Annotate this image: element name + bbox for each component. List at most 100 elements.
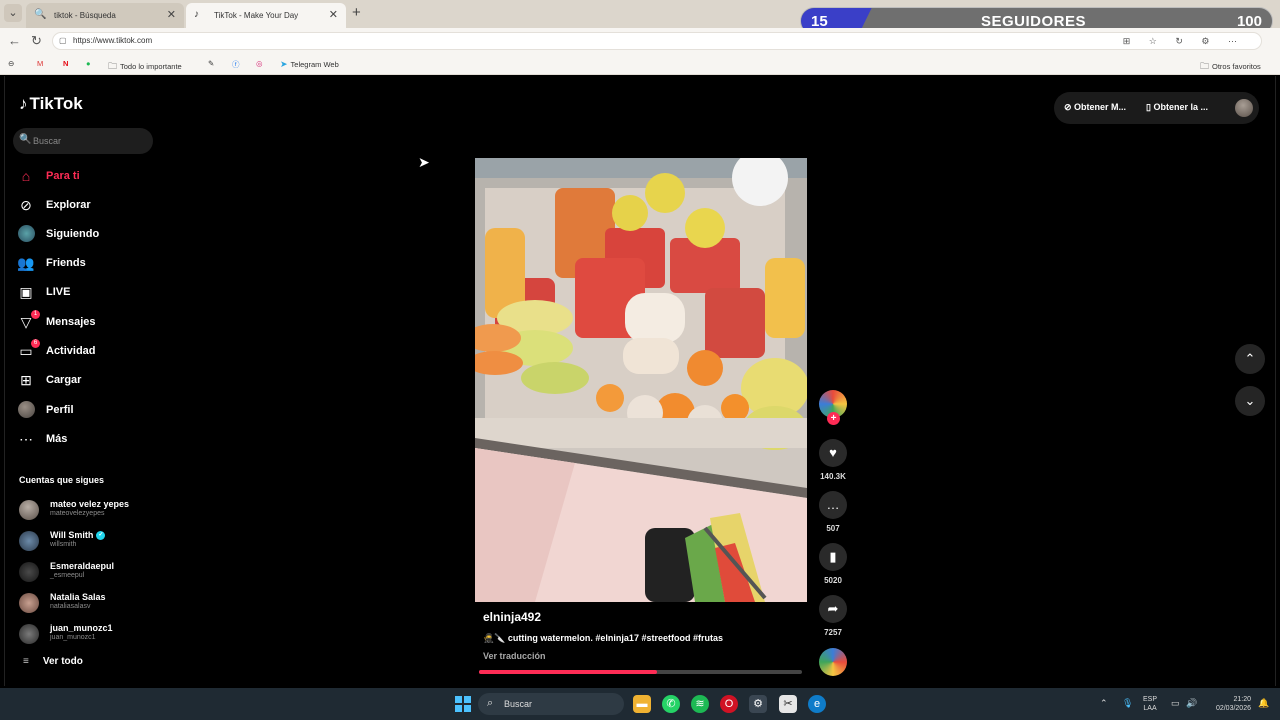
get-app-button[interactable]: ▯ Obtener la ... [1146,102,1208,113]
like-action[interactable]: ♥ 140.3K [819,439,847,481]
search-icon: 🔍 [34,9,47,20]
new-tab-plus-icon[interactable]: + [352,4,361,21]
nav-item-friends[interactable]: 👥 Friends [17,252,167,274]
share-action[interactable]: ➦ 7257 [819,595,847,637]
volume-icon[interactable]: 🔊 [1186,698,1197,709]
tray-chevron-up-icon[interactable]: ⌃ [1100,698,1108,709]
save-action[interactable]: ▮ 5020 [819,543,847,585]
profile-avatar-icon [17,401,35,419]
instagram-icon[interactable]: ◎ [256,59,263,68]
spotify-icon[interactable]: ● [86,59,91,68]
get-coins-button[interactable]: ⊘ Obtener M... [1064,102,1126,113]
nav-item-cargar[interactable]: ⊞ Cargar [17,369,167,391]
edge-icon[interactable]: e [808,695,826,713]
bookmark-telegram[interactable]: ➤ Telegram Web [280,59,339,70]
capcut-icon[interactable]: ✂ [779,695,797,713]
see-all-label: Ver todo [42,656,83,667]
nav-item-actividad[interactable]: ▭ 6 Actividad [17,339,167,362]
time: 21:20 [1233,696,1251,703]
tab-tiktok[interactable]: ♪ TikTok - Make Your Day ✕ [186,3,346,28]
comment-action[interactable]: … 507 [819,491,847,533]
nav-item-para-ti[interactable]: ⌂ Para ti [17,165,167,187]
keyboard-language[interactable]: ESP LAA [1143,695,1157,713]
next-video-chevron-down-icon[interactable]: ⌄ [1235,386,1265,416]
bookmark-folder-todo[interactable]: 🗀 Todo lo importante [108,59,182,75]
user-avatar[interactable] [1235,99,1253,117]
nav-label: Cargar [46,374,82,386]
spotify-icon[interactable]: ≋ [691,695,709,713]
following-account[interactable]: mateo velez yepes mateovelezyepes [19,496,169,522]
nav-item-explorar[interactable]: ⊘ Explorar [17,194,167,216]
share-arrow-icon[interactable]: ➦ [819,595,847,623]
close-icon[interactable]: ✕ [167,8,176,21]
see-all-link[interactable]: ≡ Ver todo [23,656,83,667]
following-account[interactable]: Will Smith ✓ willsmith [19,527,169,553]
guitar-icon[interactable]: ✎ [208,59,214,68]
upload-plus-icon: ⊞ [20,372,32,388]
tab-actions-chevron-icon[interactable]: ⌄ [4,4,22,22]
whatsapp-icon[interactable]: ✆ [662,695,680,713]
netflix-icon[interactable]: N [63,59,68,68]
tab-busqueda[interactable]: 🔍 tiktok - Búsqueda ✕ [26,3,184,28]
search-input[interactable]: 🔍 Buscar [13,128,153,154]
microphone-icon[interactable]: 🎙 [1122,698,1133,709]
nav-label: LIVE [46,286,71,298]
nav-label: Friends [46,257,86,269]
url-field[interactable]: ▢ https://www.tiktok.com ⊞ ☆ ↻ ⚙ ⋯ [52,32,1262,50]
tiktok-page: ♪ TikTok 🔍 Buscar ⌂ Para ti ⊘ Explorar Si… [4,76,1276,686]
video-author[interactable]: elninja492 [483,610,541,624]
verified-badge-icon: ✓ [96,531,106,541]
video-progress-bar[interactable] [479,670,802,674]
nav-label: Más [46,433,68,445]
logo-text: TikTok [29,94,83,113]
heart-icon[interactable]: ♥ [819,439,847,467]
account-username: juan_munozc1 [50,634,96,641]
save-count: 5020 [824,576,842,585]
lang-line2: LAA [1143,705,1157,712]
windows-start-icon[interactable] [455,696,471,712]
taskbar-search[interactable]: ⌕ Buscar [478,693,624,715]
comment-icon[interactable]: … [819,491,847,519]
nav-item-perfil[interactable]: Perfil [17,399,167,421]
nav-item-siguiendo[interactable]: Siguiendo [17,223,167,245]
account-name: Esmeraldaepul [50,561,115,571]
address-bar-row: ← ↻ ▢ https://www.tiktok.com ⊞ ☆ ↻ ⚙ ⋯ [0,28,1280,54]
nav-item-mensajes[interactable]: ▽ 1 Mensajes [17,310,167,333]
clock[interactable]: 21:20 02/03/2026 [1207,695,1251,713]
taskbar-search-label: Buscar [504,699,533,709]
tiktok-logo[interactable]: ♪ TikTok [19,94,83,114]
browser-toolbar-icons[interactable]: ⊞ ☆ ↻ ⚙ ⋯ [1123,36,1245,47]
nav-item-live[interactable]: ▣ LIVE [17,281,167,303]
notifications-icon[interactable]: 🔔 [1258,698,1269,709]
back-arrow-icon[interactable]: ← [8,33,21,48]
follow-plus-icon[interactable]: + [827,412,840,425]
following-account[interactable]: Esmeraldaepul _esmeepul [19,558,169,584]
avatar [19,562,39,582]
music-disc-icon[interactable] [819,648,847,676]
other-favorites-label: Otros favoritos [1212,62,1261,71]
network-icon[interactable]: ▭ [1171,698,1180,709]
previous-video-chevron-up-icon[interactable]: ⌃ [1235,344,1265,374]
search-icon: 🔍 [19,134,32,145]
opera-icon[interactable]: O [720,695,738,713]
more-dots-icon: ⋯ [19,431,33,447]
bookmark-icon[interactable]: ▮ [819,543,847,571]
steam-icon[interactable]: ⚙ [749,695,767,713]
nav-item-mas[interactable]: ⋯ Más [17,428,167,450]
see-translation-link[interactable]: Ver traducción [483,651,546,661]
close-icon[interactable]: ✕ [329,8,338,21]
following-account[interactable]: juan_munozc1 juan_munozc1 [19,620,169,646]
bookmark-label: Telegram Web [290,60,339,69]
account-username: _esmeepul [50,572,85,579]
following-account[interactable]: Natalia Salas nataliasalasv [19,589,169,615]
refresh-icon[interactable]: ↻ [31,33,42,49]
windows-taskbar: ⌕ Buscar ▬ ✆ ≋ O ⚙ ✂ e ⌃ 🎙 ESP LAA ▭ 🔊 21… [0,688,1280,720]
gmail-icon[interactable]: M [37,59,43,68]
search-placeholder: Buscar [33,136,62,146]
other-favorites[interactable]: 🗀 Otros favoritos [1200,59,1261,75]
tiktok-icon: ♪ [194,9,199,20]
video-player[interactable] [475,158,807,602]
facebook-icon[interactable]: ⓕ [232,59,240,70]
bookmark-icon[interactable]: ⊖ [8,59,14,68]
file-explorer-icon[interactable]: ▬ [633,695,651,713]
